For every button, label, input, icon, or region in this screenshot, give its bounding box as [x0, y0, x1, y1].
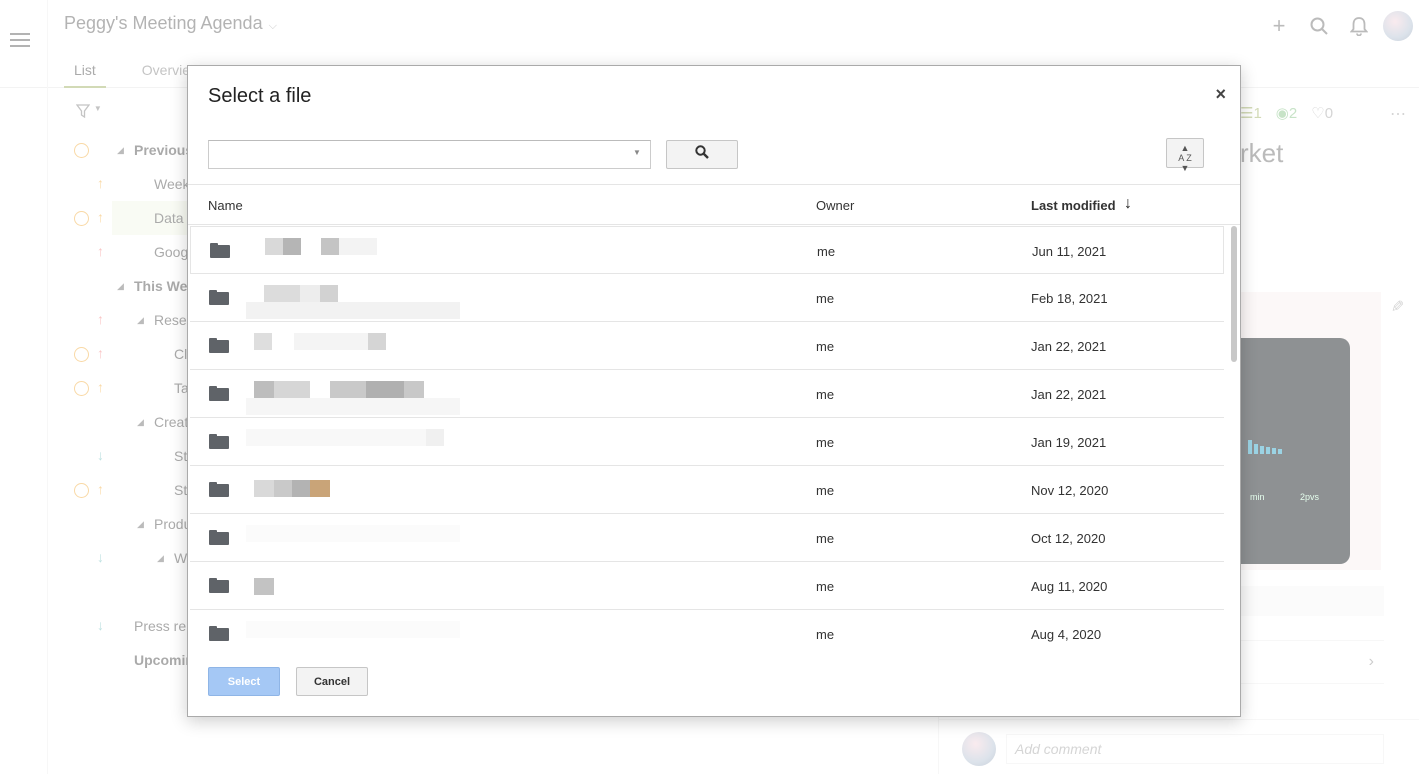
sort-icon-text: A Z [1178, 153, 1192, 163]
folder-icon [209, 482, 229, 497]
file-owner: me [816, 387, 835, 402]
folder-icon [209, 530, 229, 545]
search-input[interactable] [208, 140, 651, 169]
arrow-down-icon[interactable]: ↓ [1124, 195, 1132, 213]
column-header: Name Owner Last modified ↓ [188, 184, 1240, 225]
file-row[interactable]: me Aug 11, 2020 [190, 562, 1224, 610]
file-row[interactable]: me Nov 12, 2020 [190, 466, 1224, 514]
file-row[interactable]: me Jan 22, 2021 [190, 322, 1224, 370]
file-modified: Jun 11, 2021 [1032, 244, 1107, 259]
file-owner: me [816, 531, 835, 546]
blurred-file-name [246, 426, 461, 458]
folder-icon [209, 290, 229, 305]
file-modified: Aug 4, 2020 [1031, 627, 1102, 642]
folder-icon [209, 434, 229, 449]
select-button[interactable]: Select [208, 667, 280, 696]
file-modified: Aug 11, 2020 [1031, 579, 1108, 594]
blurred-file-name [246, 618, 461, 648]
blurred-file-name [246, 378, 461, 415]
blurred-file-name [246, 474, 461, 506]
folder-icon [209, 338, 229, 353]
dialog-title: Select a file [208, 85, 312, 107]
file-row[interactable]: me Jan 22, 2021 [190, 370, 1224, 418]
file-row[interactable]: me Jun 11, 2021 [190, 226, 1224, 274]
caret-down-icon[interactable]: ▼ [633, 148, 641, 157]
file-row[interactable]: me Aug 4, 2020 [190, 610, 1224, 648]
column-name[interactable]: Name [208, 198, 243, 213]
file-modified: Oct 12, 2020 [1031, 531, 1106, 546]
search-button[interactable] [666, 140, 738, 169]
folder-icon [209, 386, 229, 401]
file-owner: me [816, 339, 835, 354]
file-row[interactable]: me Jan 19, 2021 [190, 418, 1224, 466]
folder-icon [210, 243, 230, 258]
folder-icon [209, 578, 229, 593]
file-row[interactable]: me Oct 12, 2020 [190, 514, 1224, 562]
file-modified: Nov 12, 2020 [1031, 483, 1109, 498]
column-last-modified[interactable]: Last modified [1031, 198, 1116, 213]
file-owner: me [817, 244, 836, 259]
file-owner: me [816, 483, 835, 498]
sort-az-button[interactable]: ▲ A Z ▼ [1166, 138, 1204, 173]
file-owner: me [816, 435, 835, 450]
blurred-file-name [246, 570, 461, 602]
search-icon [695, 145, 709, 164]
file-picker-dialog: Select a file × ▼ ▲ A Z ▼ Name Owner Last … [187, 65, 1241, 717]
file-owner: me [816, 627, 835, 642]
sort-icon: ▲ A Z ▼ [1178, 143, 1192, 173]
blurred-file-name [246, 330, 461, 362]
scrollbar[interactable] [1230, 226, 1238, 646]
file-modified: Jan 22, 2021 [1031, 387, 1107, 402]
file-owner: me [816, 291, 835, 306]
scroll-thumb[interactable] [1231, 226, 1237, 362]
file-modified: Feb 18, 2021 [1031, 291, 1108, 306]
blurred-file-name [246, 522, 461, 554]
blurred-file-name [246, 282, 461, 319]
folder-icon [209, 626, 229, 641]
file-list: me Jun 11, 2021 me Feb 18, 2021 me Jan 2… [190, 226, 1226, 648]
blurred-file-name [247, 235, 462, 267]
file-modified: Jan 22, 2021 [1031, 339, 1107, 354]
cancel-button[interactable]: Cancel [296, 667, 368, 696]
close-icon[interactable]: × [1215, 84, 1226, 105]
file-row[interactable]: me Feb 18, 2021 [190, 274, 1224, 322]
file-modified: Jan 19, 2021 [1031, 435, 1107, 450]
file-owner: me [816, 579, 835, 594]
column-owner[interactable]: Owner [816, 198, 854, 213]
